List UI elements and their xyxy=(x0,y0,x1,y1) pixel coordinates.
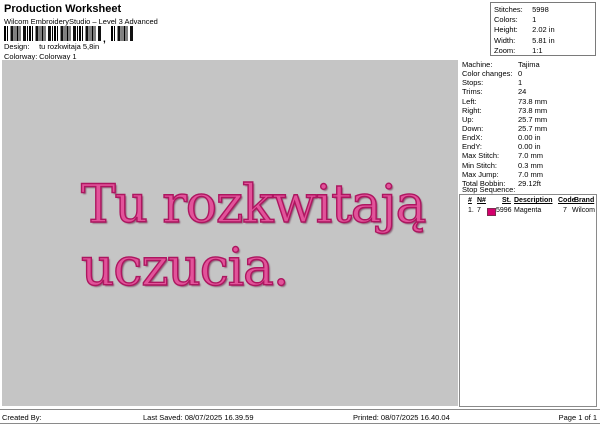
machine-label: Left: xyxy=(462,97,518,106)
embroidered-line-1: Tu rozkwitają xyxy=(81,174,425,237)
page-title: Production Worksheet xyxy=(4,3,121,15)
stat-value: 1:1 xyxy=(532,46,542,55)
machine-label: Color changes: xyxy=(462,69,518,78)
row-stitches: 5996 xyxy=(496,207,512,214)
stat-label: Colors: xyxy=(494,15,530,25)
machine-row: Left:73.8 mm xyxy=(462,97,598,106)
row-description: Magenta xyxy=(514,207,541,214)
machine-row: Color changes:0 xyxy=(462,69,598,78)
footer-created-by: Created By: xyxy=(2,413,42,422)
machine-row: Down:25.7 mm xyxy=(462,124,598,133)
machine-value: 24 xyxy=(518,87,526,96)
stop-sequence-title: Stop Sequence: xyxy=(462,185,515,194)
col-header-stitches: St. xyxy=(502,197,511,204)
machine-label: Min Stitch: xyxy=(462,161,518,170)
machine-label: Machine: xyxy=(462,60,518,69)
row-brand: Wilcom xyxy=(572,207,595,214)
stat-value: 1 xyxy=(532,15,536,24)
barcode-separator: , xyxy=(103,34,106,45)
col-header-description: Description xyxy=(514,197,553,204)
barcode: , xyxy=(4,26,133,41)
stat-label: Height: xyxy=(494,25,530,35)
machine-value: 29.12ft xyxy=(518,179,541,188)
machine-label: Up: xyxy=(462,115,518,124)
col-header-num: # xyxy=(468,197,472,204)
machine-label: Stops: xyxy=(462,78,518,87)
footer-page-number: Page 1 of 1 xyxy=(559,413,597,422)
footer-bar: Created By: Last Saved: 08/07/2025 16.39… xyxy=(0,409,600,424)
stat-value: 5.81 in xyxy=(532,36,555,45)
machine-row: Max Jump:7.0 mm xyxy=(462,170,598,179)
row-code: 7 xyxy=(563,207,567,214)
machine-label: EndX: xyxy=(462,133,518,142)
machine-label: EndY: xyxy=(462,142,518,151)
machine-value: 1 xyxy=(518,78,522,87)
design-label: Design: xyxy=(4,42,37,51)
design-stats-box: Stitches: 5998 Colors: 1 Height: 2.02 in… xyxy=(490,2,596,56)
design-value: tu rozkwitaja 5,8in xyxy=(39,42,99,51)
machine-row: EndY:0.00 in xyxy=(462,142,598,151)
stop-sequence-table: # N# St. Description Code Brand 1. 7 599… xyxy=(459,194,597,407)
stat-width: Width: 5.81 in xyxy=(494,36,595,46)
thread-color-chip xyxy=(487,208,496,217)
col-header-needle: N# xyxy=(477,197,486,204)
embroidered-text: Tu rozkwitają uczucia. xyxy=(81,174,425,300)
stat-label: Stitches: xyxy=(494,5,530,15)
col-header-code: Code xyxy=(558,197,576,204)
machine-row: Max Stitch:7.0 mm xyxy=(462,151,598,160)
machine-row: Trims:24 xyxy=(462,87,598,96)
machine-value: 73.8 mm xyxy=(518,106,547,115)
machine-value: 73.8 mm xyxy=(518,97,547,106)
machine-value: 0.00 in xyxy=(518,133,541,142)
col-header-brand: Brand xyxy=(574,197,594,204)
barcode-bars-left xyxy=(4,26,101,41)
machine-value: Tajima xyxy=(518,60,540,69)
row-needle: 7 xyxy=(477,207,481,214)
machine-row: EndX:0.00 in xyxy=(462,133,598,142)
footer-last-saved: Last Saved: 08/07/2025 16.39.59 xyxy=(143,413,254,422)
machine-value: 7.0 mm xyxy=(518,170,543,179)
machine-row: Min Stitch:0.3 mm xyxy=(462,161,598,170)
machine-row: Stops:1 xyxy=(462,78,598,87)
machine-value: 25.7 mm xyxy=(518,115,547,124)
stat-stitches: Stitches: 5998 xyxy=(494,5,595,15)
stat-label: Width: xyxy=(494,36,530,46)
stat-zoom: Zoom: 1:1 xyxy=(494,46,595,56)
barcode-bars-right xyxy=(111,26,133,41)
machine-value: 0.00 in xyxy=(518,142,541,151)
machine-label: Trims: xyxy=(462,87,518,96)
row-num: 1. xyxy=(468,207,474,214)
machine-value: 0 xyxy=(518,69,522,78)
machine-label: Right: xyxy=(462,106,518,115)
machine-value: 25.7 mm xyxy=(518,124,547,133)
stat-value: 5998 xyxy=(532,5,549,14)
design-preview-canvas: Tu rozkwitają uczucia. xyxy=(2,60,458,406)
machine-label: Max Jump: xyxy=(462,170,518,179)
stat-height: Height: 2.02 in xyxy=(494,25,595,35)
design-name-row: Design: tu rozkwitaja 5,8in xyxy=(4,42,99,51)
machine-row: Machine:Tajima xyxy=(462,60,598,69)
production-worksheet-page: Production Worksheet Wilcom EmbroiderySt… xyxy=(0,0,600,424)
machine-row: Right:73.8 mm xyxy=(462,106,598,115)
machine-label: Max Stitch: xyxy=(462,151,518,160)
stat-colors: Colors: 1 xyxy=(494,15,595,25)
machine-label: Down: xyxy=(462,124,518,133)
footer-printed: Printed: 08/07/2025 16.40.04 xyxy=(353,413,450,422)
embroidered-line-2: uczucia. xyxy=(81,237,425,300)
machine-value: 0.3 mm xyxy=(518,161,543,170)
stat-value: 2.02 in xyxy=(532,25,555,34)
app-subtitle: Wilcom EmbroideryStudio – Level 3 Advanc… xyxy=(4,17,158,26)
stat-label: Zoom: xyxy=(494,46,530,56)
machine-info-panel: Machine:Tajima Color changes:0 Stops:1 T… xyxy=(462,60,598,188)
machine-row: Up:25.7 mm xyxy=(462,115,598,124)
machine-value: 7.0 mm xyxy=(518,151,543,160)
